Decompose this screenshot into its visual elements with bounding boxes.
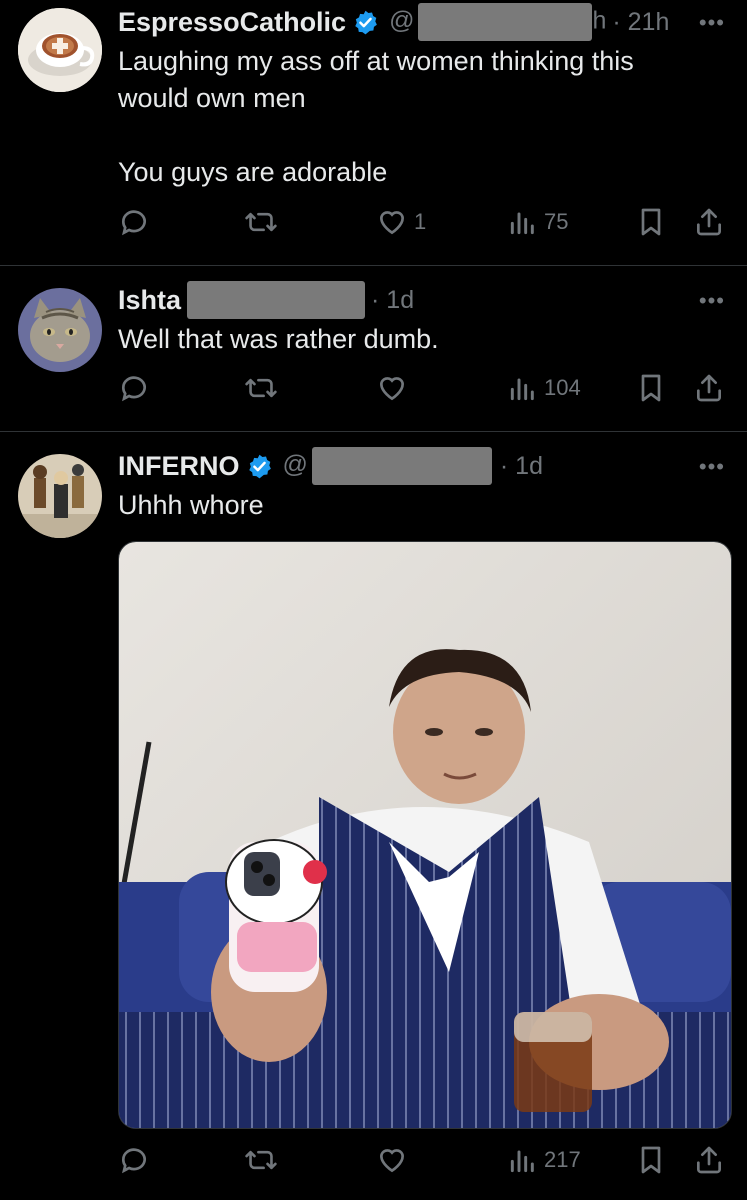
like-count: 1 <box>414 209 427 234</box>
reply-icon <box>121 376 146 402</box>
tweet-2[interactable]: Ishta · 1d ••• Well that was rather dumb… <box>0 266 747 431</box>
photo-image <box>119 542 731 1128</box>
reply-button[interactable] <box>118 1140 150 1180</box>
views-button[interactable]: 75 <box>508 202 568 242</box>
verified-badge-icon <box>248 454 271 478</box>
tweet-header: INFERNO @ · 1d <box>118 446 543 486</box>
display-name[interactable]: Ishta <box>118 285 181 316</box>
view-count: 217 <box>544 1147 581 1172</box>
action-bar: 217 <box>118 1140 730 1180</box>
repost-icon <box>245 212 277 232</box>
reply-button[interactable] <box>118 202 150 242</box>
repost-icon <box>245 378 277 398</box>
handle[interactable]: @ h <box>389 3 606 41</box>
handle-at: @ <box>389 6 415 35</box>
avatar[interactable] <box>18 8 102 92</box>
share-icon <box>697 208 722 236</box>
tweet-text: Well that was rather dumb. <box>118 321 707 358</box>
like-button[interactable] <box>376 1140 408 1180</box>
tweet-text-line: Uhhh whore <box>118 490 264 520</box>
avatar[interactable] <box>18 454 102 538</box>
share-button[interactable] <box>694 202 724 242</box>
tweet-text-line: Well that was rather dumb. <box>118 324 439 354</box>
tweet-header: EspressoCatholic @ h · 21h <box>118 2 669 42</box>
views-bar-chart-icon <box>510 1150 534 1173</box>
bookmark-icon <box>641 208 661 236</box>
share-button[interactable] <box>694 1140 724 1180</box>
handle-tail: h <box>592 6 607 35</box>
reply-button[interactable] <box>118 368 150 408</box>
share-button[interactable] <box>694 368 724 408</box>
more-options-icon[interactable]: ••• <box>699 454 725 480</box>
tweet-1[interactable]: EspressoCatholic @ h · 21h ••• Laughing m… <box>0 0 747 265</box>
tweet-text: Uhhh whore <box>118 487 707 524</box>
handle-at: @ <box>282 450 308 479</box>
bookmark-button[interactable] <box>636 1140 666 1180</box>
views-button[interactable]: 217 <box>508 1140 581 1180</box>
like-button[interactable]: 1 <box>376 202 426 242</box>
reply-icon <box>121 1148 146 1174</box>
bookmark-icon <box>641 374 661 402</box>
cat-avatar <box>18 288 102 372</box>
repost-icon <box>245 1150 277 1170</box>
tweet-text-line <box>118 117 707 154</box>
display-name[interactable]: EspressoCatholic <box>118 7 346 38</box>
tweet-text: Laughing my ass off at women thinking th… <box>118 43 707 191</box>
reply-icon <box>121 210 146 236</box>
figures-avatar <box>18 454 102 538</box>
tweet-header: Ishta · 1d <box>118 280 414 320</box>
more-options-icon[interactable]: ••• <box>699 10 725 36</box>
tweet-3[interactable]: INFERNO @ · 1d ••• Uhhh whore 217 <box>0 432 747 1200</box>
views-bar-chart-icon <box>510 378 534 401</box>
espresso-cup-icon <box>18 8 102 92</box>
redacted-handle <box>311 447 492 485</box>
handle[interactable]: @ <box>283 447 492 485</box>
views-button[interactable]: 104 <box>508 368 581 408</box>
redacted-handle <box>418 3 593 41</box>
heart-icon <box>379 377 405 401</box>
redacted-handle <box>187 281 366 319</box>
tweet-text-line: Laughing my ass off at women thinking th… <box>118 46 634 76</box>
bookmark-icon <box>641 1146 661 1174</box>
timestamp[interactable]: · 1d <box>371 286 414 315</box>
heart-icon <box>379 211 405 235</box>
timestamp[interactable]: · 1d <box>500 452 543 481</box>
bookmark-button[interactable] <box>636 368 666 408</box>
share-icon <box>697 1146 722 1174</box>
tweet-text-line: You guys are adorable <box>118 157 388 187</box>
avatar[interactable] <box>18 288 102 372</box>
repost-button[interactable] <box>244 368 278 408</box>
share-icon <box>697 374 722 402</box>
repost-button[interactable] <box>244 202 278 242</box>
display-name[interactable]: INFERNO <box>118 451 240 482</box>
view-count: 75 <box>544 209 569 234</box>
heart-icon <box>379 1149 405 1173</box>
view-count: 104 <box>544 375 581 400</box>
repost-button[interactable] <box>244 1140 278 1180</box>
action-bar: 104 <box>118 368 730 408</box>
action-bar: 1 75 <box>118 202 730 242</box>
verified-badge-icon <box>355 10 377 34</box>
timestamp[interactable]: · 21h <box>612 8 669 37</box>
tweet-text-line: would own men <box>118 83 306 113</box>
like-button[interactable] <box>376 368 408 408</box>
tweet-media-photo[interactable] <box>118 541 732 1129</box>
bookmark-button[interactable] <box>636 202 666 242</box>
more-options-icon[interactable]: ••• <box>699 288 725 314</box>
views-bar-chart-icon <box>510 212 534 235</box>
